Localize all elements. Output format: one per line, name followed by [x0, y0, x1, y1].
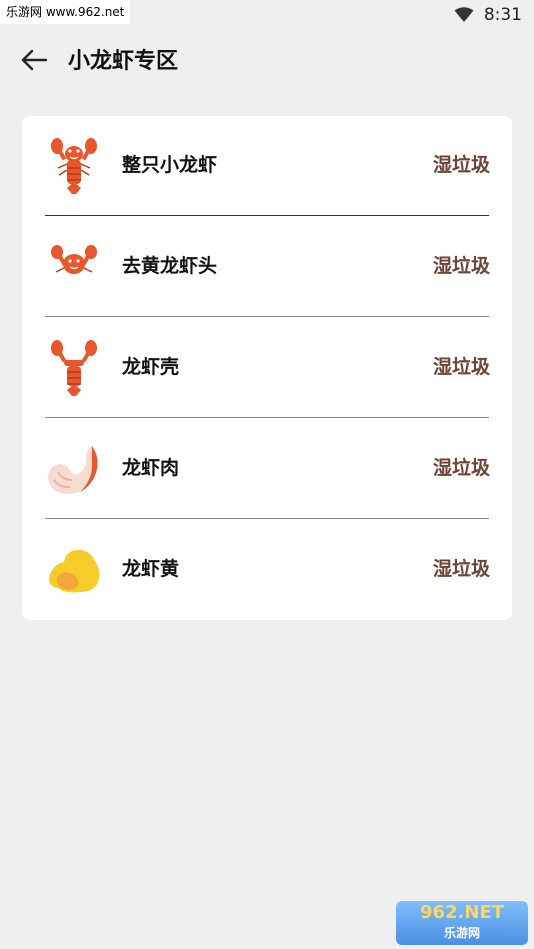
- item-category: 湿垃圾: [432, 255, 490, 277]
- back-button[interactable]: [14, 44, 54, 80]
- item-category: 湿垃圾: [432, 457, 490, 479]
- list-item-whole-crayfish[interactable]: 整只小龙虾 湿垃圾: [22, 116, 512, 216]
- watermark-logo-small: 乐游网: [443, 926, 480, 940]
- status-time: 8:31: [483, 5, 522, 25]
- item-category: 湿垃圾: [432, 558, 490, 580]
- divider: [45, 215, 489, 216]
- whole-crayfish-icon: [42, 134, 106, 198]
- list-item-crayfish-shell[interactable]: 龙虾壳 湿垃圾: [22, 318, 512, 418]
- item-name: 龙虾壳: [122, 356, 180, 378]
- item-name: 去黄龙虾头: [122, 255, 218, 277]
- item-category: 湿垃圾: [432, 154, 490, 176]
- item-category: 湿垃圾: [432, 356, 490, 378]
- divider: [45, 518, 489, 519]
- crayfish-list-card: 整只小龙虾 湿垃圾 去黄龙虾头 湿垃圾 龙虾壳 湿垃圾 龙虾肉 湿垃圾 龙虾黄 …: [22, 116, 512, 620]
- list-item-crayfish-head[interactable]: 去黄龙虾头 湿垃圾: [22, 217, 512, 317]
- page-title: 小龙虾专区: [68, 49, 179, 74]
- item-name: 整只小龙虾: [122, 154, 218, 176]
- watermark-top: 乐游网 www.962.net: [0, 0, 131, 24]
- crayfish-roe-icon: [42, 538, 106, 602]
- crayfish-meat-icon: [42, 437, 106, 501]
- status-bar: 乐游网 www.962.net 8:31: [0, 0, 534, 28]
- list-item-crayfish-meat[interactable]: 龙虾肉 湿垃圾: [22, 419, 512, 519]
- back-arrow-icon: [20, 48, 48, 76]
- divider: [45, 316, 489, 317]
- item-name: 龙虾黄: [122, 558, 180, 580]
- list-item-crayfish-roe[interactable]: 龙虾黄 湿垃圾: [22, 520, 512, 620]
- divider: [45, 417, 489, 418]
- watermark-logo-big: 962.NET: [419, 902, 505, 923]
- status-right: 8:31: [454, 2, 522, 28]
- crayfish-head-icon: [42, 235, 106, 299]
- crayfish-shell-icon: [42, 336, 106, 400]
- item-name: 龙虾肉: [122, 457, 180, 479]
- watermark-logo: 962.NET 乐游网: [396, 901, 528, 945]
- wifi-icon: [454, 7, 474, 23]
- header: 小龙虾专区: [0, 38, 534, 88]
